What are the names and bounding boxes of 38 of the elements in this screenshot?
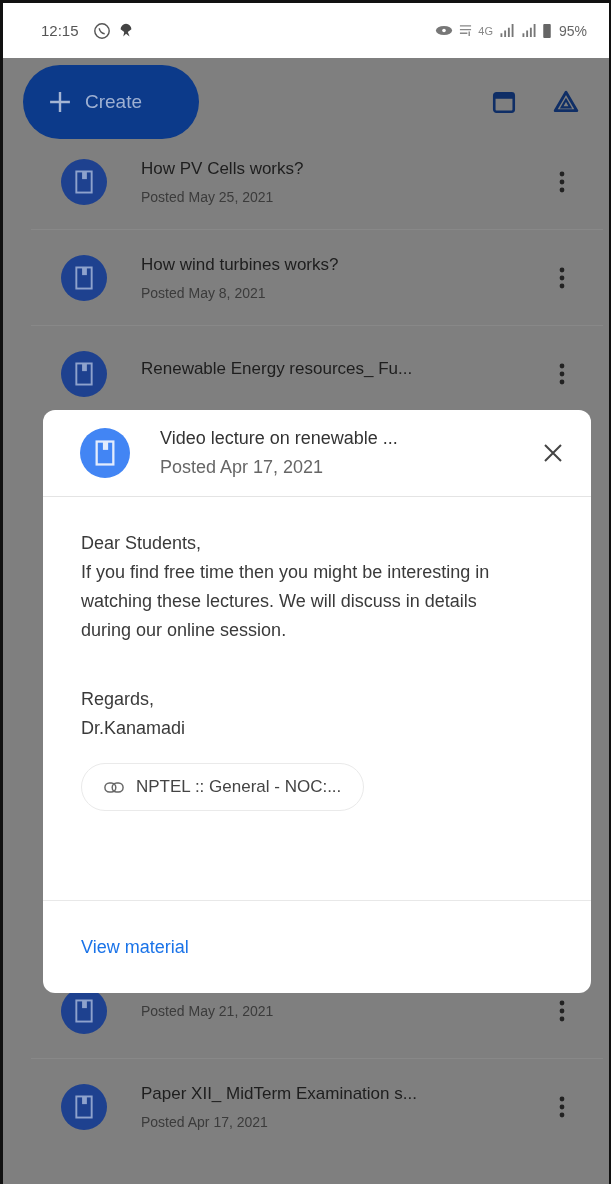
posted-date: Posted May 21, 2021 — [141, 1002, 275, 1019]
posted-date: Posted May 25, 2021 — [141, 188, 275, 205]
more-icon[interactable] — [559, 266, 565, 289]
dialog-title: Video lecture on renewable ... — [160, 428, 399, 449]
network-type: 4G — [478, 24, 493, 37]
signal-icon — [498, 24, 515, 37]
more-icon[interactable] — [559, 999, 565, 1022]
more-icon[interactable] — [559, 170, 565, 193]
book-icon — [61, 158, 107, 205]
create-button[interactable]: Create — [23, 65, 199, 139]
close-icon[interactable] — [543, 443, 563, 463]
material-title[interactable]: How PV Cells works? — [141, 158, 525, 179]
more-icon[interactable] — [559, 362, 565, 385]
more-icon[interactable] — [559, 1095, 565, 1118]
material-title[interactable]: Paper XII_ MidTerm Examination s... — [141, 1083, 525, 1104]
status-time: 12:15 — [41, 22, 79, 39]
message-text: Dear Students, If you find free time then you might be interesting in watching these lectures. We will discuss in details during our online session. — [81, 532, 491, 642]
material-title[interactable]: How wind turbines works? — [141, 254, 525, 275]
link-attachment[interactable]: NPTEL :: General - NOC:... — [81, 763, 365, 811]
link-icon — [104, 781, 124, 793]
material-title[interactable]: Renewable Energy resources_ Fu... — [141, 358, 525, 379]
signal-icon — [520, 24, 537, 37]
book-icon — [80, 428, 130, 478]
book-icon — [61, 1083, 107, 1130]
battery-level: 95% — [558, 22, 587, 39]
book-icon — [61, 254, 107, 301]
plus-icon — [49, 91, 71, 113]
drive-icon[interactable] — [553, 89, 579, 115]
message-text: Regards, Dr.Kanamadi — [81, 688, 187, 740]
view-material-link[interactable]: View material — [81, 936, 189, 958]
chat-icon — [92, 21, 111, 40]
eye-icon — [435, 25, 454, 36]
calendar-icon[interactable] — [491, 89, 517, 115]
posted-date: Posted Apr 17, 2021 — [141, 1113, 269, 1130]
battery-icon — [542, 23, 551, 38]
book-icon — [61, 350, 107, 397]
posted-date: Posted May 8, 2021 — [141, 284, 267, 301]
posted-date: Posted Apr 17, 2021 — [160, 457, 325, 478]
